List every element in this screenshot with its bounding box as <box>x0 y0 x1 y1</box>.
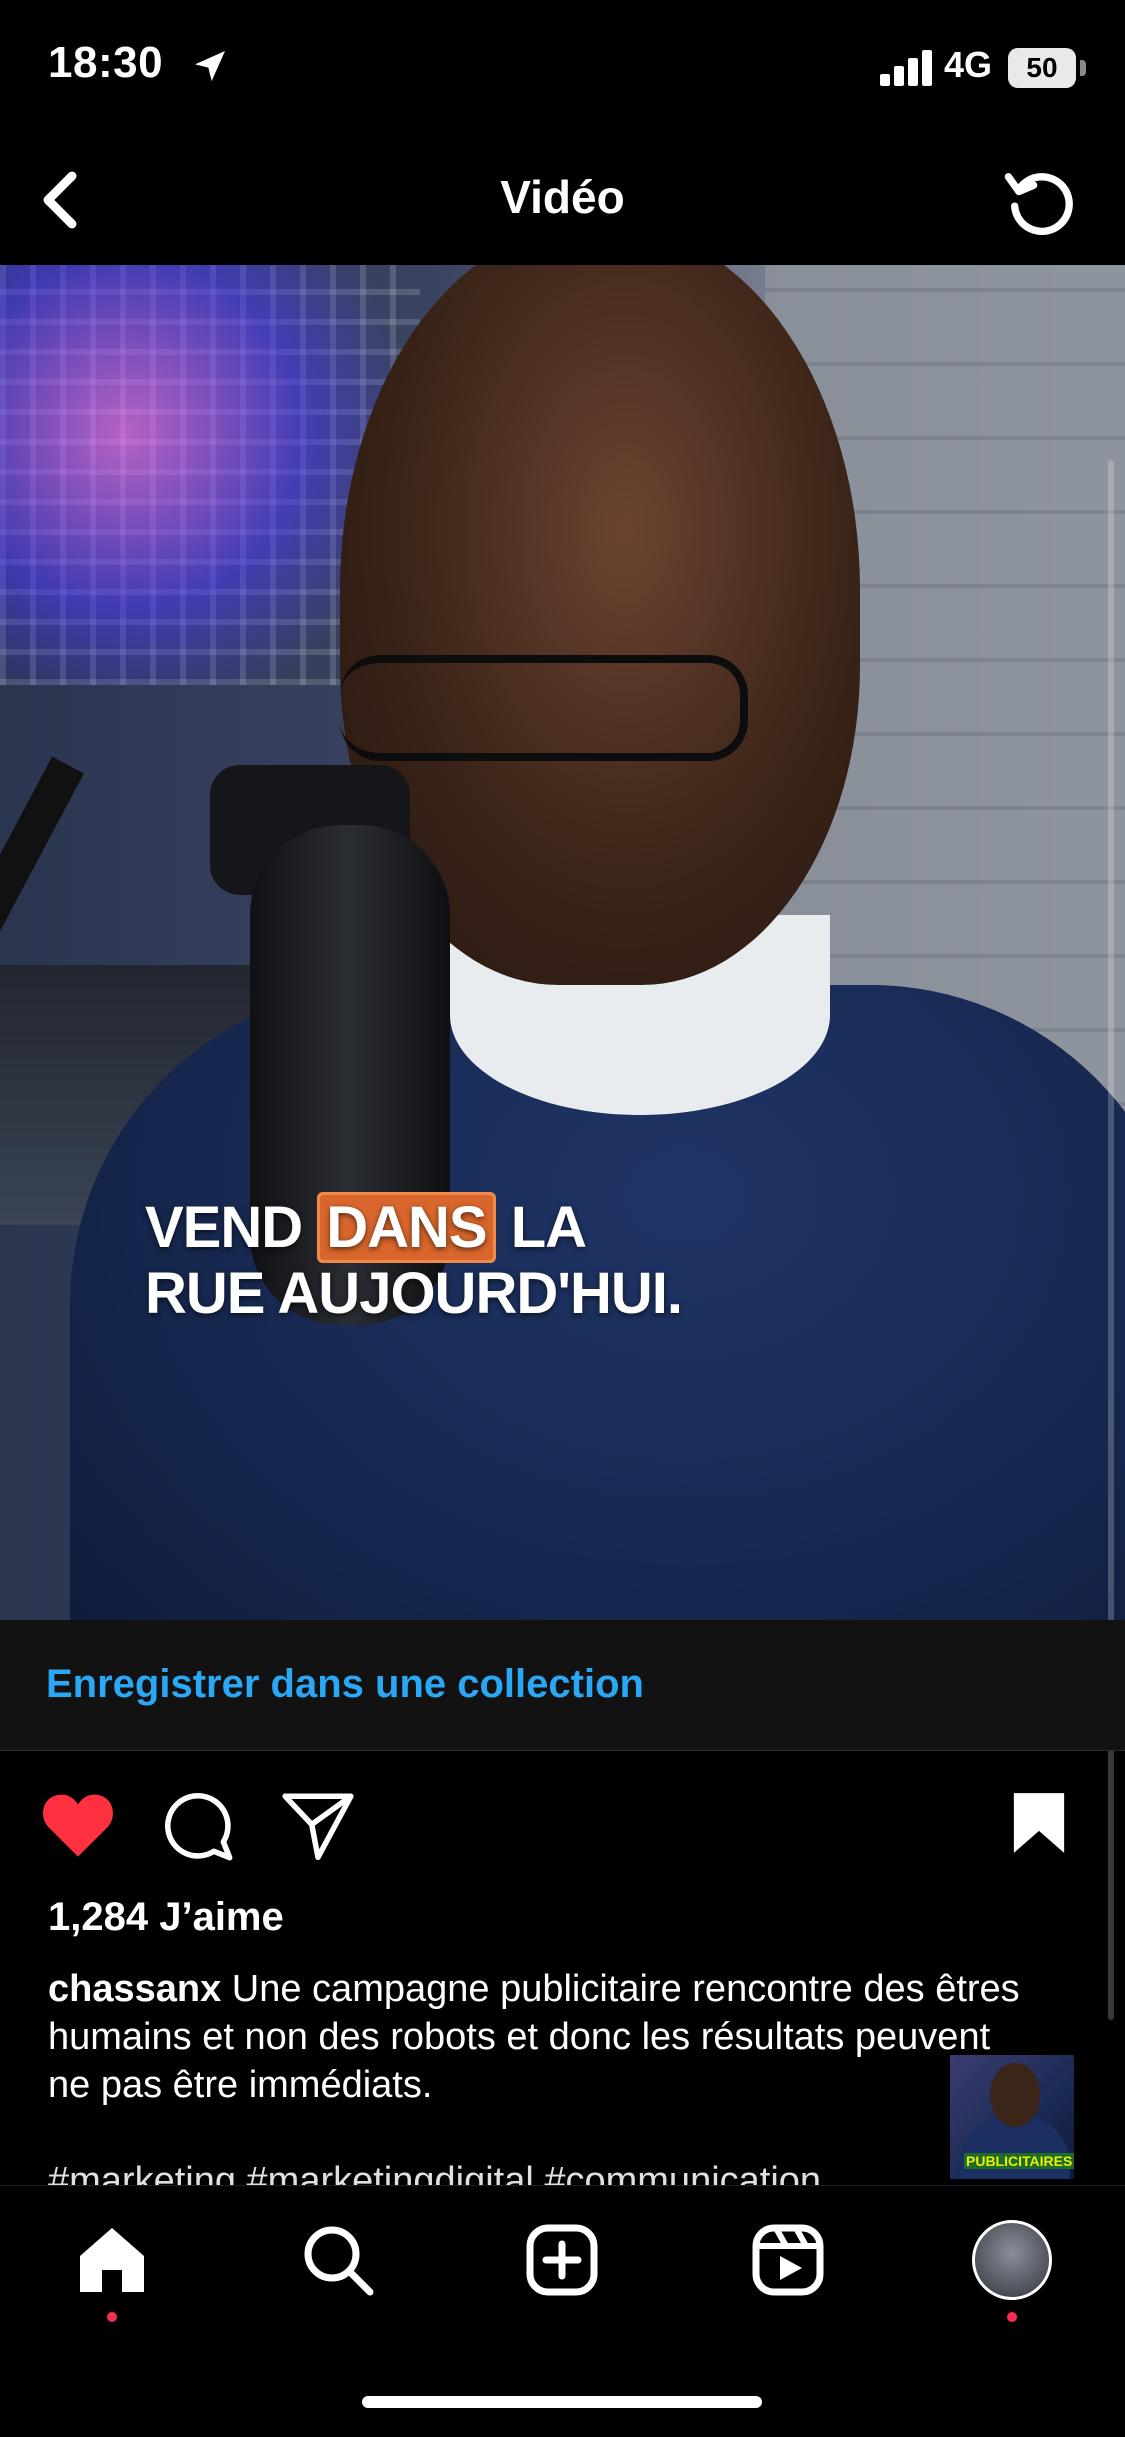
post-caption: chassanx Une campagne publicitaire renco… <box>48 1965 1028 2109</box>
heart-icon[interactable] <box>40 1790 116 1860</box>
subtitle-highlight: DANS <box>317 1192 496 1263</box>
subtitle-text: VEND <box>145 1195 318 1260</box>
video-player[interactable] <box>0 265 1125 1620</box>
profile-notification-dot <box>1007 2312 1017 2322</box>
person-glasses <box>340 655 748 761</box>
caption-username[interactable]: chassanx <box>48 1968 221 2010</box>
back-chevron-icon[interactable] <box>20 160 100 240</box>
page-title: Vidéo <box>500 171 625 223</box>
home-icon[interactable] <box>72 2220 152 2300</box>
plus-square-icon[interactable] <box>522 2220 602 2300</box>
location-arrow-icon <box>195 51 225 81</box>
refresh-icon[interactable] <box>1000 160 1084 244</box>
subtitle-text: LA <box>495 1195 587 1260</box>
cellular-signal-icon <box>880 50 932 86</box>
search-icon[interactable] <box>298 2220 378 2300</box>
reels-icon[interactable] <box>748 2220 828 2300</box>
network-type: 4G <box>944 44 993 85</box>
subtitle-line-2: RUE AUJOURD'HUI. <box>145 1261 683 1326</box>
home-indicator <box>362 2396 762 2408</box>
profile-avatar[interactable] <box>972 2220 1052 2300</box>
save-to-collection-link[interactable]: Enregistrer dans une collection <box>46 1662 644 1707</box>
scrollbar[interactable] <box>1108 460 1114 2020</box>
video-subtitle: VEND DANS LA RUE AUJOURD'HUI. <box>145 1192 683 1327</box>
battery-indicator: 50 <box>1008 48 1076 88</box>
battery-nub <box>1080 60 1086 76</box>
likes-count[interactable]: 1,284 J’aime <box>48 1895 284 1940</box>
status-time: 18:30 <box>48 38 164 87</box>
comment-icon[interactable] <box>160 1788 236 1864</box>
home-notification-dot <box>107 2312 117 2322</box>
reel-thumbnail[interactable]: PUBLICITAIRES <box>950 2055 1074 2179</box>
thumbnail-person-face <box>990 2063 1040 2127</box>
thumbnail-label: PUBLICITAIRES <box>964 2153 1074 2169</box>
share-paper-plane-icon[interactable] <box>280 1790 356 1862</box>
bookmark-filled-icon[interactable] <box>1010 1790 1068 1856</box>
